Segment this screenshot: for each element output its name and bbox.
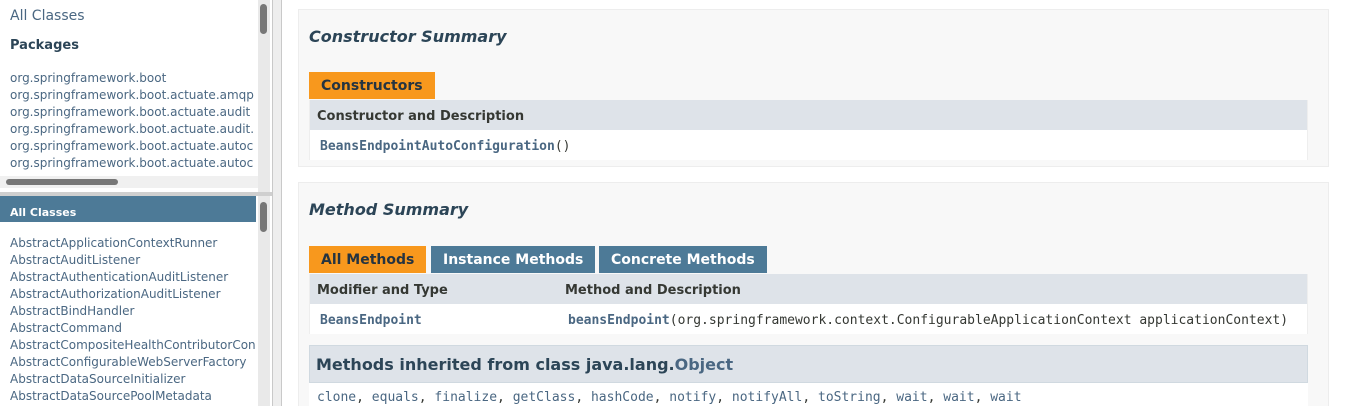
return-type-link[interactable]: BeansEndpoint bbox=[320, 313, 422, 328]
constructor-params: () bbox=[554, 139, 571, 154]
tab-concrete-methods[interactable]: Concrete Methods bbox=[599, 246, 767, 273]
scrollbar-thumb[interactable] bbox=[6, 179, 118, 185]
class-link[interactable]: AbstractDataSourceInitializer bbox=[10, 371, 256, 388]
class-link[interactable]: AbstractAuthorizationAuditListener bbox=[10, 286, 256, 303]
class-link[interactable]: AbstractCompositeHealthContributorCon bbox=[10, 337, 256, 354]
tab-constructors[interactable]: Constructors bbox=[309, 72, 435, 99]
method-summary-block: Method Summary All Methods Instance Meth… bbox=[298, 182, 1329, 406]
column-header-type: Modifier and Type bbox=[317, 283, 448, 298]
packages-vertical-scrollbar[interactable] bbox=[258, 0, 270, 192]
packages-horizontal-scrollbar[interactable] bbox=[0, 176, 258, 188]
package-link[interactable]: org.springframework.boot.actuate.amqp bbox=[10, 87, 256, 104]
inherited-method-link[interactable]: wait bbox=[943, 390, 974, 405]
method-summary-heading: Method Summary bbox=[309, 200, 469, 219]
inherited-methods-header: Methods inherited from class java.lang.O… bbox=[309, 345, 1308, 383]
separator: , bbox=[880, 390, 897, 405]
inherited-method-link[interactable]: toString bbox=[818, 390, 881, 405]
class-list: AbstractApplicationContextRunner Abstrac… bbox=[10, 235, 256, 405]
packages-frame: All Classes Packages org.springframework… bbox=[0, 0, 272, 192]
classes-frame: All Classes AbstractApplicationContextRu… bbox=[0, 196, 272, 406]
object-class-link[interactable]: Object bbox=[675, 355, 734, 374]
separator: , bbox=[418, 390, 435, 405]
separator: , bbox=[497, 390, 513, 405]
inherited-method-link[interactable]: getClass bbox=[513, 390, 576, 405]
all-classes-link[interactable]: All Classes bbox=[10, 8, 85, 24]
inherited-method-link[interactable]: hashCode bbox=[591, 390, 654, 405]
inherited-method-link[interactable]: wait bbox=[896, 390, 927, 405]
packages-title: Packages bbox=[10, 38, 79, 53]
separator: , bbox=[927, 390, 944, 405]
constructor-table: Constructor and Description BeansEndpoin… bbox=[309, 100, 1308, 160]
package-list: org.springframework.boot org.springframe… bbox=[10, 70, 256, 172]
separator: , bbox=[974, 390, 991, 405]
inherited-method-link[interactable]: notify bbox=[669, 390, 716, 405]
inherited-methods-title: Methods inherited from class java.lang. bbox=[316, 355, 675, 374]
class-link[interactable]: AbstractDataSourcePoolMetadata bbox=[10, 388, 256, 405]
table-row: BeansEndpoint beansEndpoint(org.springfr… bbox=[310, 304, 1307, 333]
classes-vertical-scrollbar[interactable] bbox=[258, 196, 270, 406]
separator: , bbox=[802, 390, 818, 405]
column-header-method: Method and Description bbox=[565, 283, 741, 298]
class-link[interactable]: AbstractApplicationContextRunner bbox=[10, 235, 256, 252]
inherited-method-link[interactable]: wait bbox=[990, 390, 1021, 405]
method-link[interactable]: beansEndpoint bbox=[568, 313, 670, 328]
class-link[interactable]: AbstractBindHandler bbox=[10, 303, 256, 320]
tab-instance-methods[interactable]: Instance Methods bbox=[431, 246, 596, 273]
package-link[interactable]: org.springframework.boot.actuate.autoc bbox=[10, 138, 256, 155]
package-link[interactable]: org.springframework.boot.actuate.autoc bbox=[10, 155, 256, 172]
separator: , bbox=[356, 390, 372, 405]
separator: , bbox=[575, 390, 591, 405]
class-link[interactable]: AbstractCommand bbox=[10, 320, 256, 337]
package-link[interactable]: org.springframework.boot bbox=[10, 70, 256, 87]
inherited-methods-list: clone, equals, finalize, getClass, hashC… bbox=[309, 383, 1308, 406]
tab-all-methods[interactable]: All Methods bbox=[309, 246, 427, 273]
separator: , bbox=[716, 390, 732, 405]
frame-splitter[interactable] bbox=[272, 0, 282, 406]
constructor-summary-block: Constructor Summary Constructors Constru… bbox=[298, 9, 1329, 167]
package-link[interactable]: org.springframework.boot.actuate.audit bbox=[10, 104, 256, 121]
constructor-summary-heading: Constructor Summary bbox=[309, 27, 507, 46]
package-link[interactable]: org.springframework.boot.actuate.audit. bbox=[10, 121, 256, 138]
class-link[interactable]: AbstractConfigurableWebServerFactory bbox=[10, 354, 256, 371]
method-params: (org.springframework.context.Configurabl… bbox=[669, 313, 1289, 328]
separator: , bbox=[653, 390, 670, 405]
main-content: Constructor Summary Constructors Constru… bbox=[282, 0, 1355, 406]
scrollbar-thumb[interactable] bbox=[260, 4, 267, 34]
inherited-method-link[interactable]: finalize bbox=[434, 390, 497, 405]
constructor-table-header: Constructor and Description bbox=[310, 100, 1307, 130]
method-table-header: Modifier and Type Method and Description bbox=[310, 274, 1307, 304]
all-classes-bar: All Classes bbox=[0, 196, 256, 222]
inherited-method-link[interactable]: notifyAll bbox=[732, 390, 802, 405]
inherited-method-link[interactable]: clone bbox=[317, 390, 356, 405]
scrollbar-thumb[interactable] bbox=[260, 202, 267, 232]
table-row: BeansEndpointAutoConfiguration() bbox=[310, 130, 1307, 159]
column-header: Constructor and Description bbox=[317, 109, 525, 124]
constructor-link[interactable]: BeansEndpointAutoConfiguration bbox=[320, 139, 555, 154]
class-link[interactable]: AbstractAuditListener bbox=[10, 252, 256, 269]
method-table: Modifier and Type Method and Description… bbox=[309, 274, 1308, 334]
inherited-method-link[interactable]: equals bbox=[372, 390, 419, 405]
class-link[interactable]: AbstractAuthenticationAuditListener bbox=[10, 269, 256, 286]
